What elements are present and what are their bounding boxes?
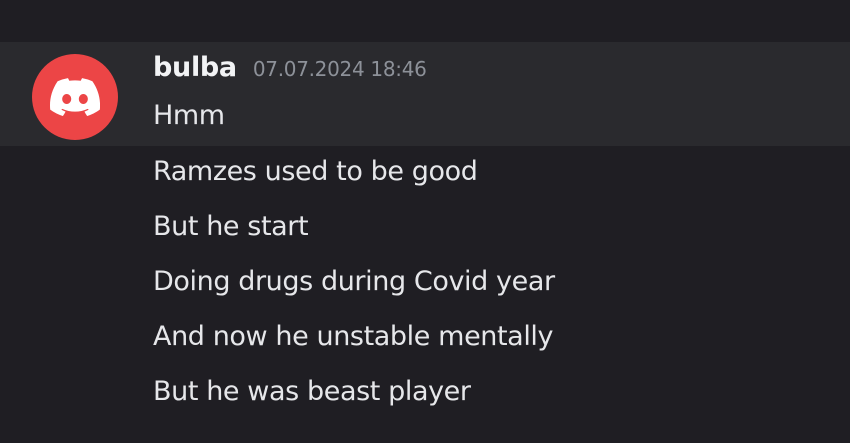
chat-message-list: bulba 07.07.2024 18:46 Hmm Ramzes used t…: [0, 0, 850, 443]
message-line: Ramzes used to be good: [153, 156, 478, 187]
message-line: And now he unstable mentally: [153, 321, 554, 352]
message-line: Doing drugs during Covid year: [153, 266, 555, 297]
discord-logo-icon: [50, 78, 100, 116]
message-line: But he start: [153, 211, 309, 242]
message-line: But he was beast player: [153, 376, 471, 407]
message-line: Hmm: [153, 100, 225, 131]
avatar[interactable]: [32, 54, 118, 140]
username[interactable]: bulba: [153, 52, 237, 83]
message-header: bulba 07.07.2024 18:46: [153, 52, 427, 83]
timestamp[interactable]: 07.07.2024 18:46: [253, 57, 427, 81]
